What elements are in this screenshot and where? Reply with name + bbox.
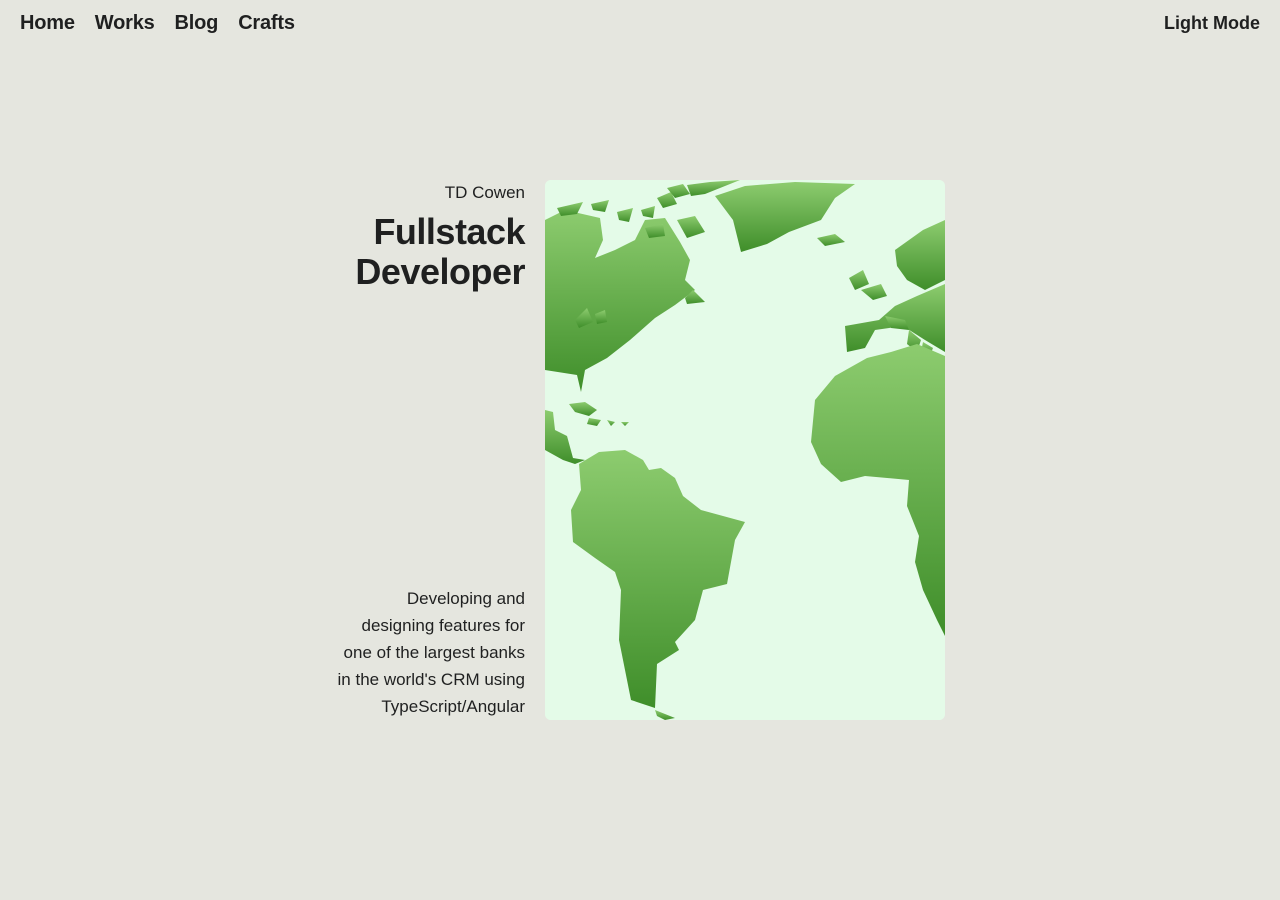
job-description: Developing and designing features for on… xyxy=(337,589,525,716)
theme-toggle-button[interactable]: Light Mode xyxy=(1164,12,1260,34)
hero-text-column: TD Cowen Fullstack Developer Developing … xyxy=(335,180,526,720)
company-name: TD Cowen xyxy=(444,183,525,202)
job-title-line-1: Fullstack xyxy=(373,211,525,252)
hero-section: TD Cowen Fullstack Developer Developing … xyxy=(335,180,945,720)
job-title-line-2: Developer xyxy=(355,251,525,292)
nav-home-link[interactable]: Home xyxy=(20,10,75,36)
main-nav: Home Works Blog Crafts xyxy=(20,10,295,36)
job-title: Fullstack Developer xyxy=(335,212,525,292)
nav-crafts-link[interactable]: Crafts xyxy=(238,10,295,36)
world-map-card xyxy=(545,180,945,720)
world-map-atlantic-icon xyxy=(545,180,945,720)
nav-works-link[interactable]: Works xyxy=(95,10,155,36)
nav-blog-link[interactable]: Blog xyxy=(175,10,219,36)
